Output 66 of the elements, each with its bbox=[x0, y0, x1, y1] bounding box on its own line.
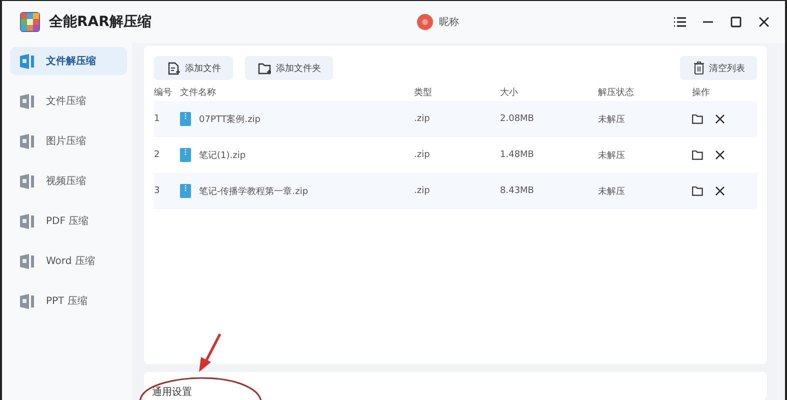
table-cell: 未解压 bbox=[598, 101, 692, 137]
table-cell-text: 未解压 bbox=[598, 150, 626, 162]
trash-icon bbox=[693, 61, 705, 75]
table-cell: 1 bbox=[154, 101, 180, 137]
remove-button[interactable] bbox=[715, 114, 725, 124]
maximize-icon bbox=[729, 15, 743, 29]
menu-icon bbox=[673, 15, 687, 29]
column-header: 操作 bbox=[692, 86, 711, 100]
column-header: 文件名称 bbox=[180, 86, 217, 100]
sidebar-item[interactable]: PPT 压缩 bbox=[10, 287, 127, 315]
file-name: 笔记(1).zip bbox=[199, 150, 246, 162]
file-plus-icon bbox=[167, 62, 181, 74]
avatar bbox=[417, 14, 433, 30]
folder-icon bbox=[692, 150, 703, 160]
sidebar-item[interactable]: 图片压缩 bbox=[10, 127, 127, 155]
maximize-button[interactable] bbox=[729, 15, 743, 29]
open-folder-button[interactable] bbox=[692, 150, 703, 160]
column-header: 大小 bbox=[500, 86, 519, 100]
window-title: 全能RAR解压缩 bbox=[49, 13, 152, 31]
column-header: 编号 bbox=[154, 86, 173, 100]
folder-icon bbox=[692, 114, 703, 124]
table-cell: 3 bbox=[154, 173, 180, 209]
document-icon bbox=[20, 294, 37, 308]
annotation-arrow bbox=[199, 333, 222, 372]
document-icon bbox=[20, 94, 37, 108]
table-cell-text: .zip bbox=[414, 149, 431, 162]
table-cell: .zip bbox=[414, 173, 500, 209]
clear-list-button[interactable]: 清空列表 bbox=[680, 56, 757, 80]
document-icon bbox=[20, 174, 37, 188]
document-icon bbox=[20, 54, 37, 68]
add-button[interactable]: 添加文件夹 bbox=[245, 56, 333, 80]
table-cell: 未解压 bbox=[598, 173, 692, 209]
document-icon bbox=[20, 134, 37, 148]
close-icon bbox=[715, 150, 725, 160]
document-icon bbox=[20, 254, 37, 268]
sidebar-item[interactable]: PDF 压缩 bbox=[10, 207, 127, 235]
sidebar-item[interactable]: 文件压缩 bbox=[10, 87, 127, 115]
table-cell: .zip bbox=[414, 101, 500, 137]
close-icon bbox=[715, 114, 725, 124]
close-button[interactable] bbox=[757, 15, 771, 29]
close-icon bbox=[757, 15, 771, 29]
document-icon bbox=[20, 214, 37, 228]
file-name: 笔记-传播学教程第一章.zip bbox=[199, 186, 308, 198]
remove-button[interactable] bbox=[715, 150, 725, 160]
sidebar-item[interactable]: 文件解压缩 bbox=[10, 47, 127, 75]
table-cell: 8.43MB bbox=[500, 173, 598, 209]
open-folder-button[interactable] bbox=[692, 186, 703, 196]
table-cell-text: 2 bbox=[154, 149, 161, 162]
close-icon bbox=[715, 186, 725, 196]
add-button[interactable]: 添加文件 bbox=[154, 56, 233, 80]
open-folder-button[interactable] bbox=[692, 114, 703, 124]
section-title: 通用设置 bbox=[152, 387, 192, 398]
column-header: 解压状态 bbox=[598, 86, 635, 100]
file-name: 07PTT案例.zip bbox=[199, 113, 261, 126]
sidebar-item[interactable]: 视频压缩 bbox=[10, 167, 127, 195]
folder-icon bbox=[692, 186, 703, 196]
table-cell-text: 1.48MB bbox=[500, 149, 535, 162]
menu-button[interactable] bbox=[673, 15, 687, 29]
user-name: 昵称 bbox=[439, 16, 459, 29]
folder-plus-icon bbox=[258, 62, 272, 74]
column-header: 类型 bbox=[414, 86, 433, 100]
zip-file-icon bbox=[180, 148, 191, 162]
sidebar-item[interactable]: Word 压缩 bbox=[10, 247, 127, 275]
table-cell: 2.08MB bbox=[500, 101, 598, 137]
remove-button[interactable] bbox=[715, 186, 725, 196]
app-logo bbox=[20, 12, 40, 32]
